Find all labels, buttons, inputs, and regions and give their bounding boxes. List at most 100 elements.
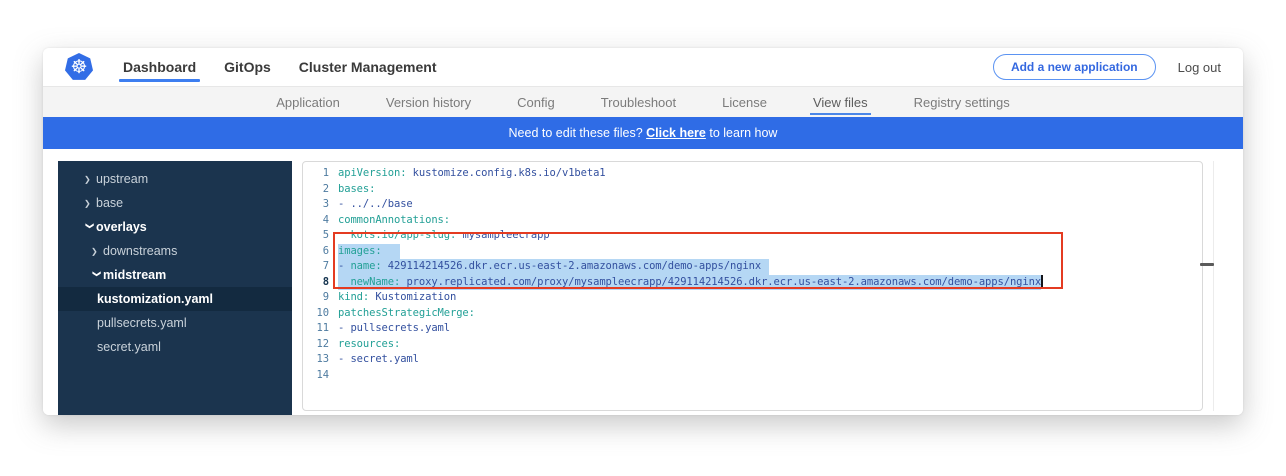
banner-click-here-link[interactable]: Click here xyxy=(646,126,706,140)
top-nav-right: Add a new application Log out xyxy=(993,54,1221,80)
chevron-right-icon: ❯ xyxy=(91,247,103,256)
tree-file-pullsecrets-yaml[interactable]: pullsecrets.yaml xyxy=(58,311,292,335)
scrollbar-handle[interactable] xyxy=(1200,263,1214,266)
yaml-value: - xyxy=(338,260,350,272)
yaml-value: - secret.yaml xyxy=(338,352,419,368)
add-application-button[interactable]: Add a new application xyxy=(993,54,1156,80)
tree-folder-upstream[interactable]: ❯upstream xyxy=(58,167,292,191)
tree-item-label: overlays xyxy=(96,220,147,234)
yaml-key: commonAnnotations: xyxy=(338,213,450,229)
nav-tab-dashboard[interactable]: Dashboard xyxy=(109,48,210,86)
subnav-tab-registry-settings[interactable]: Registry settings xyxy=(914,87,1010,117)
tree-file-secret-yaml[interactable]: secret.yaml xyxy=(58,335,292,359)
chevron-down-icon: ❯ xyxy=(86,222,95,234)
code-line-13[interactable]: 13 - secret.yaml xyxy=(303,352,1202,368)
selected-text: - name: 429114214526.dkr.ecr.us-east-2.a… xyxy=(338,259,769,275)
code-line-1[interactable]: 1apiVersion: kustomize.config.k8s.io/v1b… xyxy=(303,166,1202,182)
code-line-5[interactable]: 5 kots.io/app-slug: mysampleecrapp xyxy=(303,228,1202,244)
kubernetes-icon[interactable]: ☸ xyxy=(65,53,93,81)
view-files-content: ❯upstream❯base❯overlays❯downstreams❯mids… xyxy=(43,149,1243,415)
edit-files-banner: Need to edit these files? Click here to … xyxy=(43,117,1243,149)
yaml-value: kustomize.config.k8s.io/v1beta1 xyxy=(406,166,605,182)
subnav-tab-application[interactable]: Application xyxy=(276,87,340,117)
yaml-key: patchesStrategicMerge: xyxy=(338,306,475,322)
yaml-value xyxy=(338,276,350,288)
tree-folder-downstreams[interactable]: ❯downstreams xyxy=(58,239,292,263)
code-line-10[interactable]: 10 patchesStrategicMerge: xyxy=(303,306,1202,322)
tree-item-label: downstreams xyxy=(103,244,177,258)
chevron-down-icon: ❯ xyxy=(93,270,102,282)
line-number: 10 xyxy=(303,306,329,322)
yaml-value: 429114214526.dkr.ecr.us-east-2.amazonaws… xyxy=(382,260,762,272)
chevron-right-icon: ❯ xyxy=(84,175,96,184)
yaml-key: newName: xyxy=(350,276,400,288)
yaml-value: proxy.replicated.com/proxy/mysampleecrap… xyxy=(400,276,1041,288)
tree-file-kustomization-yaml[interactable]: kustomization.yaml xyxy=(58,287,292,311)
top-nav-tabs: DashboardGitOpsCluster Management xyxy=(109,48,451,86)
top-nav: ☸ DashboardGitOpsCluster Management Add … xyxy=(43,48,1243,87)
admin-console-window: ☸ DashboardGitOpsCluster Management Add … xyxy=(43,48,1243,415)
subnav-tab-config[interactable]: Config xyxy=(517,87,555,117)
yaml-key: name: xyxy=(350,260,381,272)
tree-item-label: secret.yaml xyxy=(97,340,161,354)
line-number: 4 xyxy=(303,213,329,229)
line-number: 11 xyxy=(303,321,329,337)
tree-item-label: kustomization.yaml xyxy=(97,292,213,306)
selected-text: images: xyxy=(338,244,400,260)
scrollbar-track xyxy=(1213,161,1214,411)
yaml-key: images: xyxy=(338,245,382,257)
line-number: 13 xyxy=(303,352,329,368)
selected-text: newName: proxy.replicated.com/proxy/mysa… xyxy=(338,275,1041,291)
line-number: 9 xyxy=(303,290,329,306)
code-line-3[interactable]: 3 - ../../base xyxy=(303,197,1202,213)
tree-item-label: base xyxy=(96,196,123,210)
active-tab-underline xyxy=(119,79,200,82)
line-number: 8 xyxy=(303,275,329,291)
code-line-2[interactable]: 2 bases: xyxy=(303,182,1202,198)
logout-link[interactable]: Log out xyxy=(1178,60,1221,75)
chevron-right-icon: ❯ xyxy=(84,199,96,208)
yaml-value: mysampleecrapp xyxy=(456,228,549,244)
tree-folder-midstream[interactable]: ❯midstream xyxy=(58,263,292,287)
yaml-key: bases: xyxy=(338,182,375,198)
yaml-key: resources: xyxy=(338,337,400,353)
subnav-tab-troubleshoot[interactable]: Troubleshoot xyxy=(601,87,676,117)
banner-text-after: to learn how xyxy=(706,126,778,140)
line-number: 3 xyxy=(303,197,329,213)
line-number: 12 xyxy=(303,337,329,353)
code-line-7[interactable]: 7- name: 429114214526.dkr.ecr.us-east-2.… xyxy=(303,259,1202,275)
sub-nav-tabs: Application Version history Config Troubles… xyxy=(43,87,1243,117)
code-line-8[interactable]: 8 newName: proxy.replicated.com/proxy/my… xyxy=(303,275,1202,291)
code-line-6[interactable]: 6 images: xyxy=(303,244,1202,260)
yaml-key: kind: xyxy=(338,290,369,306)
code-line-11[interactable]: 11 - pullsecrets.yaml xyxy=(303,321,1202,337)
yaml-value xyxy=(338,228,350,244)
nav-tab-gitops[interactable]: GitOps xyxy=(210,48,285,86)
tree-item-label: midstream xyxy=(103,268,166,282)
code-line-9[interactable]: 9 kind: Kustomization xyxy=(303,290,1202,306)
banner-text-before: Need to edit these files? xyxy=(509,126,647,140)
tree-folder-base[interactable]: ❯base xyxy=(58,191,292,215)
tree-folder-overlays[interactable]: ❯overlays xyxy=(58,215,292,239)
subnav-tab-version-history[interactable]: Version history xyxy=(386,87,471,117)
code-line-14[interactable]: 14 xyxy=(303,368,1202,384)
text-cursor xyxy=(1041,275,1043,287)
line-number: 6 xyxy=(303,244,329,260)
line-number: 5 xyxy=(303,228,329,244)
code-line-4[interactable]: 4 commonAnnotations: xyxy=(303,213,1202,229)
yaml-key: kots.io/app-slug: xyxy=(350,228,456,244)
code-editor[interactable]: 1apiVersion: kustomize.config.k8s.io/v1b… xyxy=(302,161,1203,411)
code-line-12[interactable]: 12 resources: xyxy=(303,337,1202,353)
yaml-value: Kustomization xyxy=(369,290,456,306)
yaml-value: - ../../base xyxy=(338,197,413,213)
nav-tab-cluster-management[interactable]: Cluster Management xyxy=(285,48,451,86)
tree-item-label: pullsecrets.yaml xyxy=(97,316,187,330)
line-number: 14 xyxy=(303,368,329,384)
subnav-tab-view-files[interactable]: View files xyxy=(813,87,868,117)
yaml-key: apiVersion: xyxy=(338,166,406,182)
active-subtab-underline xyxy=(810,113,871,115)
line-number: 2 xyxy=(303,182,329,198)
yaml-value: - pullsecrets.yaml xyxy=(338,321,450,337)
subnav-tab-license[interactable]: License xyxy=(722,87,767,117)
tree-item-label: upstream xyxy=(96,172,148,186)
